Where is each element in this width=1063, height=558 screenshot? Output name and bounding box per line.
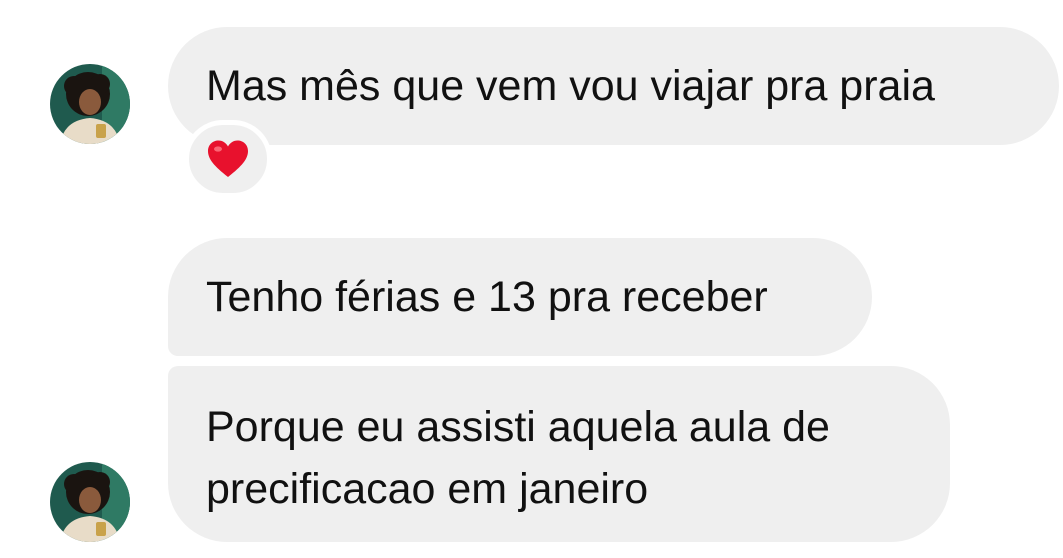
message-bubble[interactable]: Tenho férias e 13 pra receber bbox=[168, 238, 872, 356]
message-text: Tenho férias e 13 pra receber bbox=[206, 273, 768, 321]
heart-icon bbox=[208, 140, 248, 177]
message-text: Mas mês que vem vou viajar pra praia bbox=[206, 62, 935, 110]
sender-avatar[interactable] bbox=[50, 64, 130, 144]
message-text-line: Porque eu assisti aquela aula de bbox=[206, 403, 830, 451]
heart-reaction[interactable] bbox=[184, 120, 272, 198]
message-bubble[interactable]: Mas mês que vem vou viajar pra praia bbox=[168, 27, 1059, 145]
sender-avatar[interactable] bbox=[50, 462, 130, 542]
message-text-line: precificacao em janeiro bbox=[206, 465, 649, 513]
message-bubble[interactable]: Porque eu assisti aquela aula de precifi… bbox=[168, 366, 950, 542]
